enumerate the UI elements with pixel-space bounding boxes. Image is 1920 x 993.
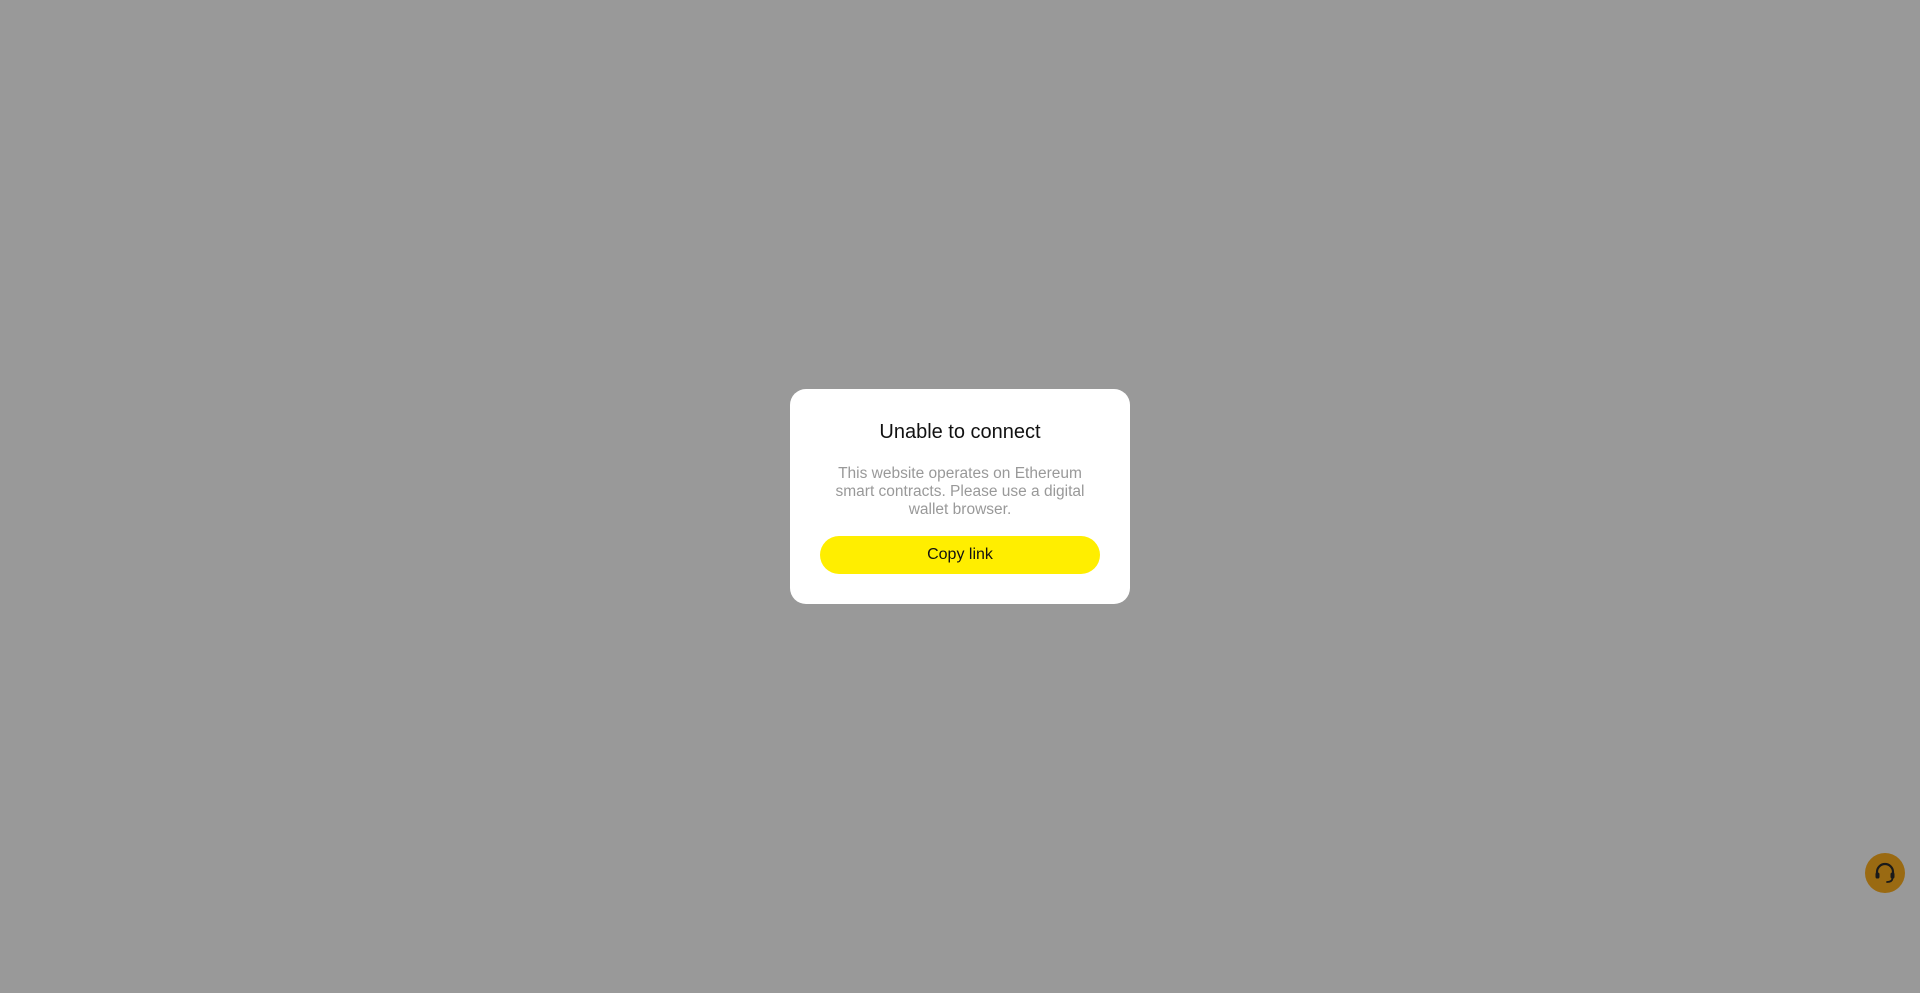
dialog-title: Unable to connect xyxy=(879,421,1041,443)
support-chat-button[interactable] xyxy=(1865,853,1905,893)
connect-error-dialog: Unable to connect This website operates … xyxy=(790,389,1130,604)
copy-link-button[interactable]: Copy link xyxy=(820,536,1100,574)
dialog-message: This website operates on Ethereum smart … xyxy=(835,465,1085,518)
headset-icon xyxy=(1875,862,1895,883)
